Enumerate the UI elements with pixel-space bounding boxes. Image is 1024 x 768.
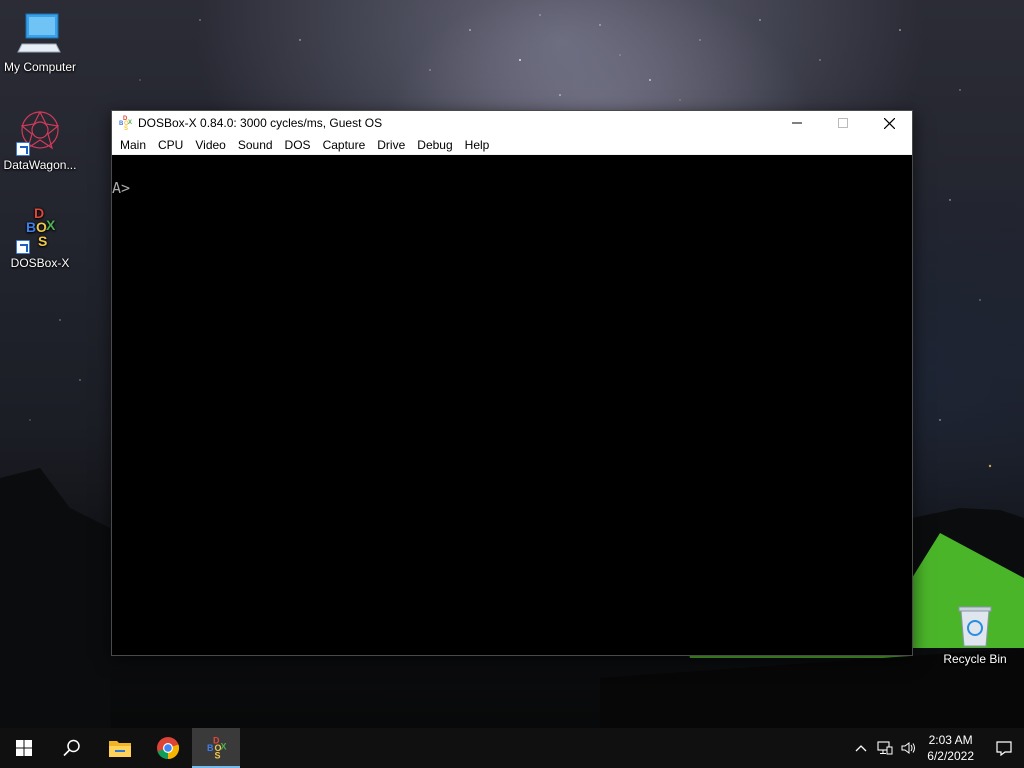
window-controls bbox=[774, 111, 912, 135]
datawagon-icon bbox=[16, 108, 64, 156]
recycle-bin-icon bbox=[951, 602, 999, 650]
menu-drive[interactable]: Drive bbox=[371, 135, 411, 155]
desktop-icon-label: My Computer bbox=[3, 60, 77, 74]
maximize-button[interactable] bbox=[820, 111, 866, 135]
svg-text:B: B bbox=[207, 743, 214, 753]
menu-dos[interactable]: DOS bbox=[279, 135, 317, 155]
menu-main[interactable]: Main bbox=[114, 135, 152, 155]
menu-capture[interactable]: Capture bbox=[317, 135, 372, 155]
volume-button[interactable] bbox=[897, 728, 921, 768]
svg-text:S: S bbox=[215, 751, 221, 761]
system-tray: 2:03 AM 6/2/2022 bbox=[849, 728, 1024, 768]
menu-bar: Main CPU Video Sound DOS Capture Drive D… bbox=[112, 135, 912, 155]
minimize-icon bbox=[792, 122, 802, 124]
chrome-icon bbox=[157, 737, 180, 760]
desktop-icon-datawagon[interactable]: DataWagon... bbox=[0, 108, 80, 172]
clock[interactable]: 2:03 AM 6/2/2022 bbox=[921, 732, 984, 764]
svg-text:S: S bbox=[38, 233, 47, 249]
desktop-icon-dosbox-x[interactable]: D B O X S DOSBox-X bbox=[0, 205, 80, 270]
chrome-button[interactable] bbox=[144, 728, 192, 768]
search-icon bbox=[63, 739, 80, 757]
menu-help[interactable]: Help bbox=[459, 135, 496, 155]
file-explorer-icon bbox=[109, 741, 131, 757]
maximize-icon bbox=[838, 118, 848, 128]
dosbox-icon: D B O X S bbox=[119, 116, 132, 131]
window-title: DOSBox-X 0.84.0: 3000 cycles/ms, Guest O… bbox=[138, 116, 383, 130]
shortcut-arrow-icon bbox=[16, 142, 30, 156]
desktop-icon-label: Recycle Bin bbox=[943, 652, 1007, 666]
desktop-icon-my-computer[interactable]: My Computer bbox=[0, 10, 80, 74]
close-icon bbox=[883, 117, 895, 129]
menu-debug[interactable]: Debug bbox=[411, 135, 458, 155]
svg-text:B: B bbox=[26, 219, 36, 235]
menu-cpu[interactable]: CPU bbox=[152, 135, 189, 155]
dosbox-window[interactable]: D B O X S DOSBox-X 0.84.0: 3000 cycles/m… bbox=[111, 110, 913, 656]
dosbox-icon: D B O X S bbox=[16, 205, 64, 254]
notification-icon bbox=[996, 741, 1012, 756]
desktop-icon-label: DOSBox-X bbox=[10, 256, 70, 270]
taskbar: D B O X S 2:03 AM 6/2/2022 bbox=[0, 728, 1024, 768]
desktop-icon-recycle-bin[interactable]: Recycle Bin bbox=[935, 602, 1015, 666]
menu-sound[interactable]: Sound bbox=[232, 135, 279, 155]
svg-text:X: X bbox=[46, 217, 56, 233]
shortcut-arrow-icon bbox=[16, 240, 30, 254]
monitor-icon bbox=[16, 10, 64, 58]
speaker-icon bbox=[901, 742, 916, 754]
window-titlebar[interactable]: D B O X S DOSBox-X 0.84.0: 3000 cycles/m… bbox=[112, 111, 912, 135]
chevron-up-icon bbox=[855, 745, 867, 752]
search-button[interactable] bbox=[48, 728, 96, 768]
file-explorer-button[interactable] bbox=[96, 728, 144, 768]
svg-text:X: X bbox=[128, 120, 132, 126]
console-prompt: A> bbox=[112, 179, 131, 197]
dosbox-icon: D B O X S bbox=[207, 736, 227, 761]
show-hidden-icons-button[interactable] bbox=[849, 728, 873, 768]
clock-time: 2:03 AM bbox=[928, 733, 973, 747]
network-button[interactable] bbox=[873, 728, 897, 768]
dos-console[interactable]: A> bbox=[112, 155, 912, 655]
start-icon bbox=[16, 740, 32, 756]
network-icon bbox=[877, 741, 893, 755]
clock-date: 6/2/2022 bbox=[927, 749, 974, 763]
start-button[interactable] bbox=[0, 728, 48, 768]
desktop-icon-label: DataWagon... bbox=[3, 158, 77, 172]
dosbox-taskbar-button[interactable]: D B O X S bbox=[192, 728, 240, 768]
svg-text:X: X bbox=[221, 742, 227, 752]
action-center-button[interactable] bbox=[984, 728, 1024, 768]
menu-video[interactable]: Video bbox=[189, 135, 231, 155]
svg-text:S: S bbox=[124, 126, 128, 131]
close-button[interactable] bbox=[866, 111, 912, 135]
minimize-button[interactable] bbox=[774, 111, 820, 135]
